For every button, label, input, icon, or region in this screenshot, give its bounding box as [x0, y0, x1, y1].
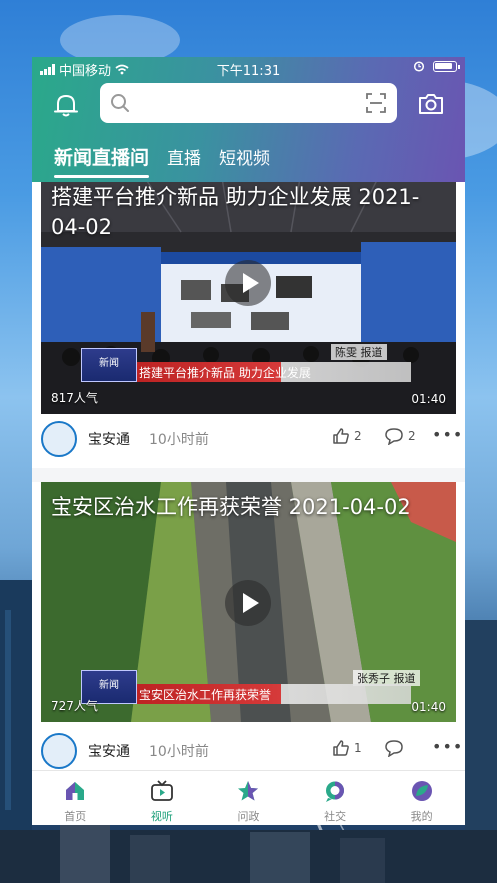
nav-home[interactable]: 首页 [32, 771, 119, 825]
tv-icon [150, 780, 173, 801]
news-lower-third: 新闻 搭建平台推介新品 助力企业发展 [81, 348, 411, 382]
chat-bubble-icon [326, 781, 345, 802]
news-lower-third: 新闻 宝安区治水工作再获荣誉 [81, 670, 411, 704]
view-count: 817人气 [51, 391, 98, 405]
thumbs-up-icon [333, 740, 349, 756]
channel-tabs: 新闻直播间 直播 短视频 [54, 143, 270, 178]
nav-social[interactable]: 社交 [292, 771, 379, 825]
more-options-icon[interactable]: ••• [432, 425, 463, 444]
video-duration: 01:40 [411, 700, 446, 714]
search-bar[interactable] [100, 83, 397, 123]
source-avatar[interactable] [41, 733, 77, 769]
video-meta: 宝安通 10小时前 2 2 ••• [32, 414, 465, 464]
video-thumbnail[interactable]: 搭建平台推介新品 助力企业发展 2021-04-02 陈雯 报道 新闻 搭建平台… [41, 182, 456, 414]
comment-count: 2 [408, 429, 416, 443]
thumbs-up-icon [333, 428, 349, 444]
video-card[interactable]: 搭建平台推介新品 助力企业发展 2021-04-02 陈雯 报道 新闻 搭建平台… [32, 182, 465, 468]
video-meta: 宝安通 10小时前 1 ••• [32, 726, 465, 770]
video-feed: 搭建平台推介新品 助力企业发展 2021-04-02 陈雯 报道 新闻 搭建平台… [32, 182, 465, 770]
play-button-icon[interactable] [225, 260, 271, 306]
search-icon [111, 94, 129, 112]
video-title: 宝安区治水工作再获荣誉 2021-04-02 [51, 495, 411, 519]
clock: 下午11:31 [216, 64, 281, 79]
like-button[interactable]: 2 [332, 427, 362, 445]
nav-inquiry[interactable]: 问政 [205, 771, 292, 825]
post-time: 10小时前 [149, 744, 209, 760]
alarm-icon [413, 61, 425, 72]
bell-icon[interactable] [52, 91, 80, 119]
reporter-credit: 陈雯 报道 [331, 344, 387, 360]
video-thumbnail[interactable]: 宝安区治水工作再获荣誉 2021-04-02 张秀子 报道 新闻 宝安区治水工作… [41, 482, 456, 722]
battery-icon [433, 60, 460, 72]
comment-button[interactable]: 2 [384, 427, 416, 445]
tab-live[interactable]: 直播 [167, 144, 201, 175]
comment-icon [385, 740, 403, 757]
bottom-navigation: 首页 视听 问政 社交 我的 [32, 770, 465, 825]
star-icon [238, 781, 259, 801]
tab-short-video[interactable]: 短视频 [219, 144, 270, 175]
app-screen: 中国移动 下午11:31 新闻直播间 直播 短视频 搭建平台推介新品 助力企业发… [32, 57, 465, 825]
view-count: 727人气 [51, 699, 98, 713]
like-count: 2 [354, 429, 362, 443]
comment-icon [385, 428, 403, 445]
video-title: 搭建平台推介新品 助力企业发展 2021-04-02 [51, 185, 420, 239]
post-time: 10小时前 [149, 432, 209, 448]
video-card[interactable]: 宝安区治水工作再获荣誉 2021-04-02 张秀子 报道 新闻 宝安区治水工作… [32, 482, 465, 770]
like-count: 1 [354, 741, 362, 755]
source-name[interactable]: 宝安通 [88, 741, 130, 761]
nav-audiovisual[interactable]: 视听 [119, 771, 206, 825]
source-avatar[interactable] [41, 421, 77, 457]
app-header: 中国移动 下午11:31 新闻直播间 直播 短视频 [32, 57, 465, 182]
more-options-icon[interactable]: ••• [432, 737, 463, 756]
camera-icon[interactable] [417, 92, 445, 116]
nav-profile[interactable]: 我的 [378, 771, 465, 825]
profile-leaf-icon [411, 781, 432, 801]
tab-news-live-room[interactable]: 新闻直播间 [54, 143, 150, 178]
play-button-icon[interactable] [225, 580, 271, 626]
comment-button[interactable] [384, 739, 408, 757]
source-name[interactable]: 宝安通 [88, 429, 130, 449]
status-bar: 中国移动 下午11:31 [32, 57, 465, 79]
news-program-logo: 新闻 [81, 348, 137, 382]
video-duration: 01:40 [411, 392, 446, 406]
like-button[interactable]: 1 [332, 739, 362, 757]
home-icon [66, 782, 85, 800]
scan-icon[interactable] [365, 92, 387, 114]
